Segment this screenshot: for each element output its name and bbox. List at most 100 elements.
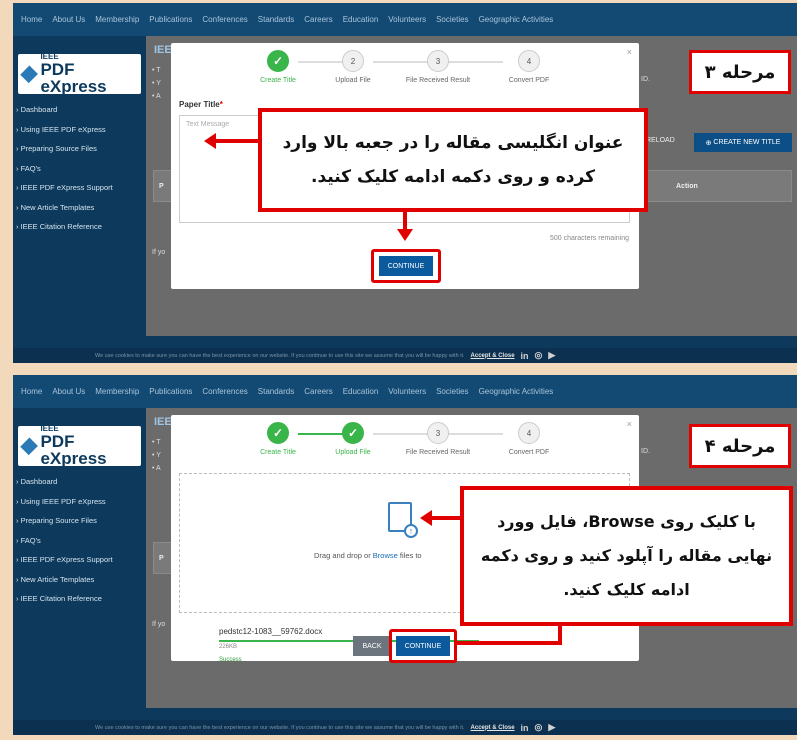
nav-item-geographic[interactable]: Geographic Activities [479,15,554,24]
bullet-3: • A [152,465,161,472]
file-upload-icon: ↑ [388,502,418,538]
callout-arrow-line [456,641,562,645]
step-convert-pdf: 4 Convert PDF [489,50,569,84]
id-text: ID. [641,448,650,455]
highlight-continue [371,249,441,283]
step-create-title: ✓ Create Title [238,50,318,84]
youtube-icon[interactable]: ▶ [548,350,555,361]
nav-item-membership[interactable]: Membership [95,15,139,24]
check-icon: ✓ [342,422,364,444]
browse-link[interactable]: Browse [373,551,398,560]
nav-item-societies[interactable]: Societies [436,387,468,396]
nav-item-membership[interactable]: Membership [95,387,139,396]
top-nav: Home About Us Membership Publications Co… [13,3,797,36]
nav-item-careers[interactable]: Careers [304,387,332,396]
cookie-bar: We use cookies to make sure you can have… [13,720,797,735]
accept-close-link[interactable]: Accept & Close [471,725,515,731]
sidebar-item-using[interactable]: Using IEEE PDF eXpress [16,497,113,517]
logo-pdf-express: PDF eXpress [40,60,107,96]
youtube-icon[interactable]: ▶ [548,722,555,733]
page-title: IEE [154,416,172,428]
sidebar: IEEE PDF eXpress Dashboard Using IEEE PD… [13,36,146,336]
stage-3-label: مرحله ۳ [689,50,791,94]
cookie-bar: We use cookies to make sure you can have… [13,348,797,363]
step-upload-file: ✓ Upload File [313,422,393,456]
step-file-received: 3 File Received Result [398,422,478,456]
table-header-paper: P [159,555,164,562]
highlight-continue [389,629,457,663]
sidebar-item-templates[interactable]: New Article Templates [16,575,113,595]
check-icon: ✓ [267,50,289,72]
linkedin-icon[interactable]: in [521,723,529,733]
sidebar-item-using[interactable]: Using IEEE PDF eXpress [16,125,113,145]
reload-button[interactable]: RELOAD [646,137,675,144]
create-new-title-label: CREATE NEW TITLE [713,139,781,146]
nav-item-conferences[interactable]: Conferences [202,15,247,24]
textarea-placeholder: Text Message [186,121,230,128]
callout-arrow-line [432,516,460,520]
sidebar-item-faqs[interactable]: FAQ's [16,164,113,184]
nav-item-home[interactable]: Home [21,387,42,396]
nav-item-careers[interactable]: Careers [304,15,332,24]
nav-item-geographic[interactable]: Geographic Activities [479,387,554,396]
required-marker: * [219,100,223,109]
sidebar: IEEE PDF eXpress Dashboard Using IEEE PD… [13,408,146,708]
drag-text-pre: Drag and drop or [314,551,373,560]
nav-item-about[interactable]: About Us [52,387,85,396]
close-icon[interactable]: × [627,47,632,57]
nav-item-standards[interactable]: Standards [258,387,294,396]
back-button[interactable]: BACK [353,636,391,656]
nav-item-education[interactable]: Education [343,387,379,396]
nav-item-publications[interactable]: Publications [149,387,192,396]
paper-title-label: Paper Title* [179,100,223,109]
sidebar-item-support[interactable]: IEEE PDF eXpress Support [16,183,113,203]
sidebar-item-dashboard[interactable]: Dashboard [16,105,113,125]
linkedin-icon[interactable]: in [521,351,529,361]
sidebar-item-support[interactable]: IEEE PDF eXpress Support [16,555,113,575]
footer-note: If yo [152,621,166,628]
nav-item-volunteers[interactable]: Volunteers [388,387,426,396]
step-number: 4 [518,50,540,72]
sidebar-item-preparing[interactable]: Preparing Source Files [16,144,113,164]
sidebar-item-preparing[interactable]: Preparing Source Files [16,516,113,536]
top-nav: Home About Us Membership Publications Co… [13,375,797,408]
instructions-list: • T • Y • A [152,64,161,103]
cookie-text: We use cookies to make sure you can have… [95,352,465,359]
nav-item-education[interactable]: Education [343,15,379,24]
nav-item-volunteers[interactable]: Volunteers [388,15,426,24]
arrow-left-icon [204,133,216,149]
nav-item-publications[interactable]: Publications [149,15,192,24]
logo-pdf-express: PDF eXpress [40,432,107,468]
footer-note: If yo [152,249,166,256]
sidebar-item-dashboard[interactable]: Dashboard [16,477,113,497]
upload-status: Success [219,657,242,663]
step-convert-pdf: 4 Convert PDF [489,422,569,456]
pdf-express-logo[interactable]: IEEE PDF eXpress [18,53,141,96]
instagram-icon[interactable]: ◎ [535,350,543,361]
nav-item-about[interactable]: About Us [52,15,85,24]
step-number: 3 [427,422,449,444]
accept-close-link[interactable]: Accept & Close [471,353,515,359]
logo-mark-icon [20,65,39,83]
callout-arrow-line [403,212,407,230]
step-label: Convert PDF [508,77,550,84]
page-title: IEE [154,44,172,56]
instagram-icon[interactable]: ◎ [535,722,543,733]
sidebar-item-citation[interactable]: IEEE Citation Reference [16,222,113,242]
nav-item-conferences[interactable]: Conferences [202,387,247,396]
pdf-express-logo[interactable]: IEEE PDF eXpress [18,425,141,468]
close-icon[interactable]: × [627,419,632,429]
nav-item-societies[interactable]: Societies [436,15,468,24]
sidebar-item-templates[interactable]: New Article Templates [16,203,113,223]
nav-item-home[interactable]: Home [21,15,42,24]
sidebar-item-faqs[interactable]: FAQ's [16,536,113,556]
drag-text-post: files to [397,551,422,560]
sidebar-item-citation[interactable]: IEEE Citation Reference [16,594,113,614]
step-label: Convert PDF [508,449,550,456]
create-new-title-button[interactable]: ⊕ CREATE NEW TITLE [694,133,792,152]
table-header-paper: P [159,183,164,190]
uploaded-file-name: pedstc12-1083__59762.docx [219,627,323,636]
table-header-action: Action [676,183,698,190]
step-file-received: 3 File Received Result [398,50,478,84]
nav-item-standards[interactable]: Standards [258,15,294,24]
